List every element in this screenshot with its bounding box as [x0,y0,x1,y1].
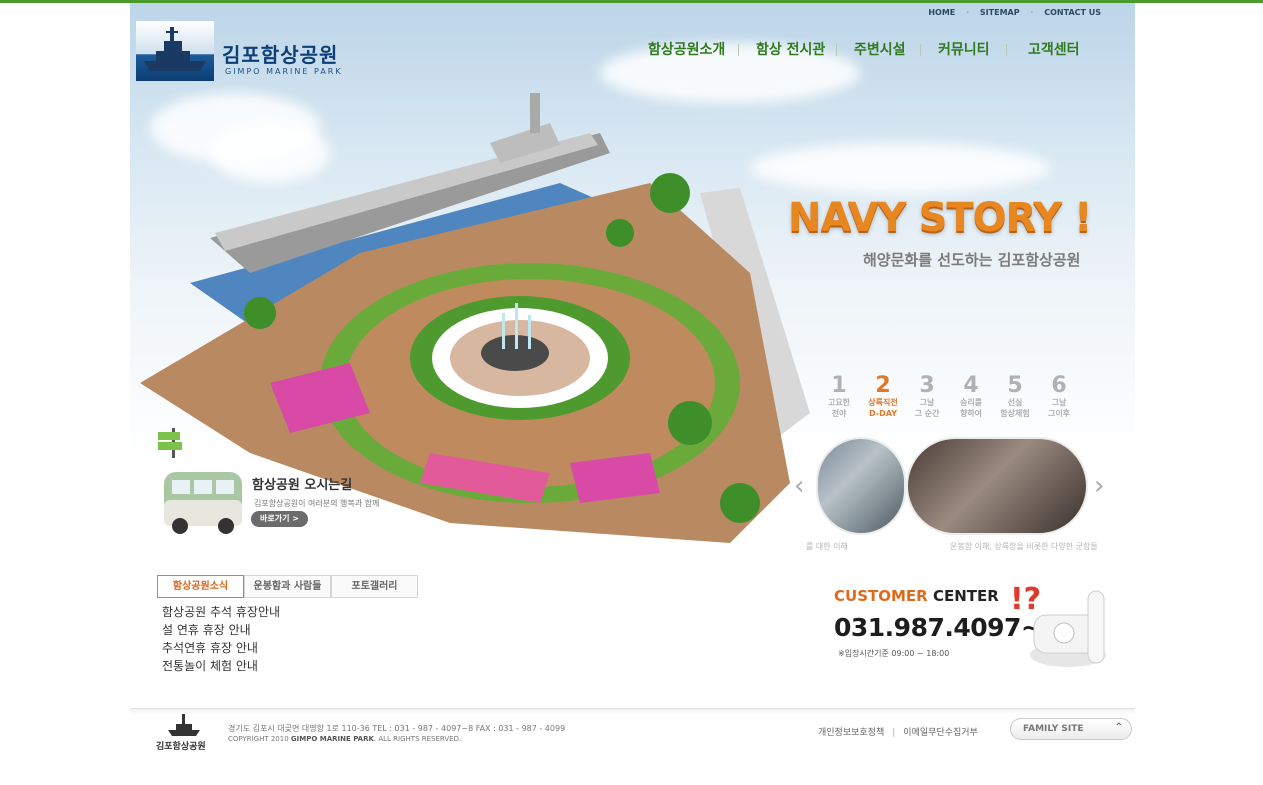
step-number: 4 [963,373,979,398]
step-label: 고요한 전야 [827,398,851,418]
nav-item-facilities[interactable]: 주변시설 [854,39,906,59]
footer-logo: 김포함상공원 [154,710,214,754]
nav-divider [738,44,739,56]
footer-links: 개인정보보호정책 | 이메일무단수집거부 [818,725,978,738]
story-step-selector: 1 고요한 전야 2 상륙직전 D-DAY 3 그날 그 순간 4 승리를 향하여 5 … [818,375,1098,427]
news-item[interactable]: 함상공원 추석 휴장안내 [162,603,280,621]
news-item[interactable]: 설 연휴 휴장 안내 [162,621,280,639]
hero-subline: 해양문화를 선도하는 김포함상공원 [863,251,1081,269]
copyright-post: . ALL RIGHTS RESERVED. [373,735,462,743]
tab-unbong-people[interactable]: 운봉함과 사람들 [244,575,331,598]
step-number: 1 [831,373,847,398]
directions-box: 함상공원 오시는길 김포함상공원이 여러분의 행복과 함께 바로가기 > [158,428,458,538]
util-divider: · [966,8,970,17]
step-number: 2 [875,373,891,398]
title-orange: CUSTOMER [834,587,928,605]
tab-photo-gallery[interactable]: 포토갤러리 [331,575,418,598]
hero-headline: NAVY STORY ! [788,195,1092,241]
slide-caption: 를 대한 이해 [806,542,848,551]
svg-text:!?: !? [1010,582,1041,617]
news-item[interactable]: 전통놀이 체험 안내 [162,657,280,675]
tab-park-news[interactable]: 함상공원소식 [157,575,244,598]
utility-links: HOME · SITEMAP · CONTACT US [920,8,1101,17]
util-home-link[interactable]: HOME [928,8,955,17]
step-label: 승리를 향하여 [959,398,983,418]
main-nav: 함상공원소개 함상 전시관 주변시설 커뮤니티 고객센터 [640,39,1080,63]
nav-divider [1006,44,1007,56]
story-step-6[interactable]: 6 그날 그이후 [1038,375,1080,419]
slide-thumbnail[interactable] [906,437,1088,535]
customer-center-title: CUSTOMER CENTER [834,587,999,605]
nav-divider [920,44,921,56]
privacy-policy-link[interactable]: 개인정보보호정책 [818,728,884,738]
directions-button[interactable]: 바로가기 > [251,511,308,527]
news-list: 함상공원 추석 휴장안내 설 연휴 휴장 안내 추석연휴 휴장 안내 전통놀이 … [162,603,280,675]
util-contact-link[interactable]: CONTACT US [1044,8,1101,17]
footer-ship-icon [168,714,200,736]
directions-desc: 김포함상공원이 여러분의 행복과 함께 [254,499,380,508]
van-icon [158,428,242,534]
copyright-bold: GIMPO MARINE PARK [290,735,374,743]
step-number: 6 [1051,373,1067,398]
step-label: 그날 그 순간 [914,398,940,418]
ship-logo-icon [136,21,214,81]
logo-subtitle: GIMPO MARINE PARK [225,67,343,76]
copyright-pre: COPYRIGHT 2010 [228,735,291,743]
customer-center: CUSTOMER CENTER 031.987.4097~8 ※입장시간기준 0… [830,575,1120,675]
footer-address: 경기도 김포시 대곶면 대명항 1로 110-36 TEL : 031 - 98… [228,724,566,733]
step-label: 상륙직전 D-DAY [868,398,898,418]
step-label: 선실 함상체험 [1000,398,1030,418]
site-logo[interactable]: 김포함상공원 GIMPO MARINE PARK [136,21,351,83]
news-item[interactable]: 추석연휴 휴장 안내 [162,639,280,657]
family-site-label: FAMILY SITE [1023,724,1084,734]
title-dark: CENTER [932,587,999,605]
nav-item-community[interactable]: 커뮤니티 [938,39,990,59]
chevron-up-icon: ⌃ [1114,722,1123,733]
step-number: 3 [919,373,935,398]
nav-item-about[interactable]: 함상공원소개 [648,39,725,59]
footer-link-divider: | [892,728,896,738]
footer-logo-text: 김포함상공원 [156,742,206,752]
email-refusal-link[interactable]: 이메일무단수집거부 [903,728,978,738]
slide-thumbnail[interactable] [816,437,906,535]
step-number: 5 [1007,373,1023,398]
page: 김포함상공원 GIMPO MARINE PARK HOME · SITEMAP … [130,3,1135,785]
story-step-3[interactable]: 3 그날 그 순간 [906,375,948,419]
logo-title: 김포함상공원 [222,43,339,67]
story-step-4[interactable]: 4 승리를 향하여 [950,375,992,419]
footer-copyright: COPYRIGHT 2010 GIMPO MARINE PARK. ALL RI… [228,735,461,743]
story-step-1[interactable]: 1 고요한 전야 [818,375,860,419]
nav-item-exhibition[interactable]: 함상 전시관 [756,39,825,59]
directions-title: 함상공원 오시는길 [252,478,353,493]
slider-next-icon[interactable]: › [1094,471,1104,501]
family-site-select[interactable]: FAMILY SITE ⌃ [1010,718,1132,740]
step-label: 그날 그이후 [1047,398,1071,418]
nav-divider [836,44,837,56]
telephone-icon: !? [1010,582,1106,667]
hero-visual: 김포함상공원 GIMPO MARINE PARK HOME · SITEMAP … [130,3,1135,568]
slide-caption: 운봉함 이해, 상륙함을 비롯한 다양한 군함들 [950,542,1098,551]
util-divider: · [1030,8,1034,17]
nav-item-support[interactable]: 고객센터 [1028,39,1080,59]
util-sitemap-link[interactable]: SITEMAP [980,8,1020,17]
footer-shadow [130,709,1135,715]
customer-hours: ※입장시간기준 09:00 ~ 18:00 [838,649,950,658]
story-step-5[interactable]: 5 선실 함상체험 [994,375,1036,419]
story-step-2[interactable]: 2 상륙직전 D-DAY [862,375,904,419]
slider-prev-icon[interactable]: ‹ [794,471,804,501]
